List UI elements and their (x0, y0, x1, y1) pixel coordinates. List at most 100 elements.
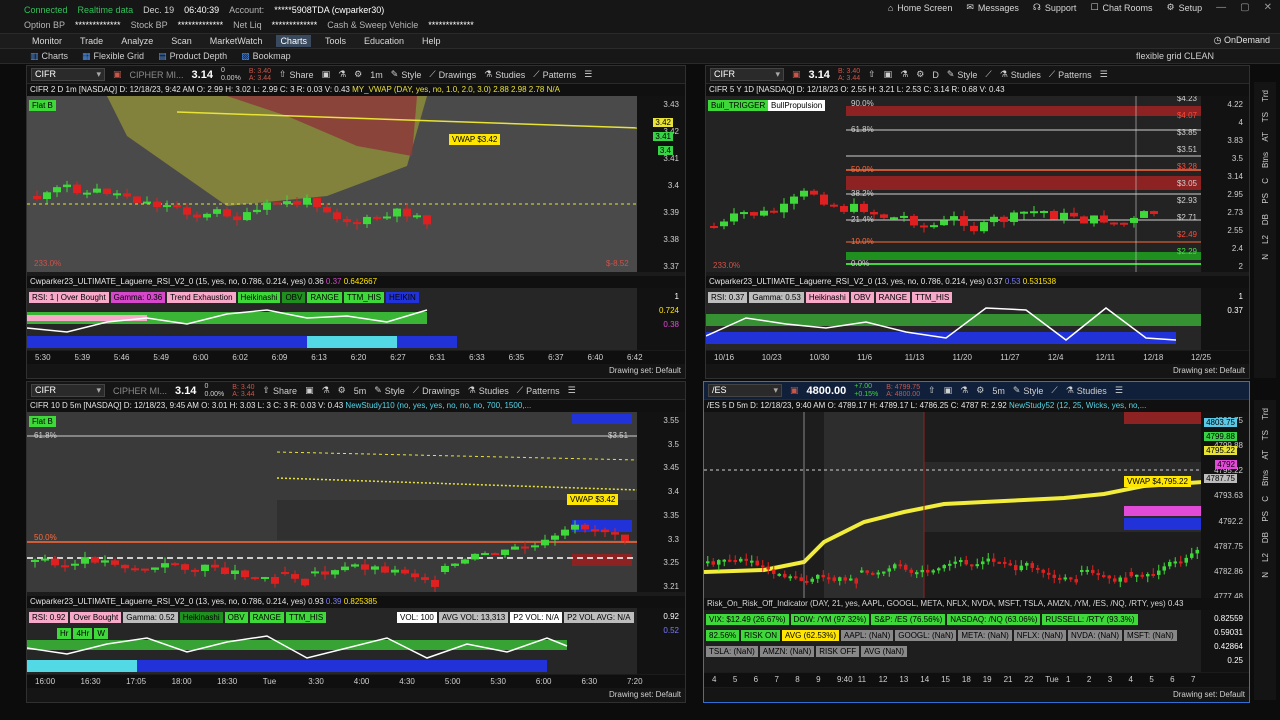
share-icon[interactable]: ⇧ (928, 385, 936, 396)
flask-icon[interactable]: ⚗ (338, 69, 346, 80)
grid-name[interactable]: flexible grid CLEAN (1136, 51, 1214, 61)
indicator-area[interactable]: VIX: $12.49 (26.67%) DOW: /YM (97.32%) S&P… (704, 610, 1201, 672)
flexible-grid-tab[interactable]: ▦ Flexible Grid (82, 51, 144, 62)
chat-rooms-button[interactable]: ☐ Chat Rooms (1090, 2, 1152, 13)
screenshot-icon[interactable]: ▣ (884, 69, 893, 80)
menu-charts[interactable]: Charts (276, 35, 311, 47)
side-tab-ps[interactable]: PS (1261, 193, 1270, 204)
settings-icon[interactable]: ⚙ (916, 69, 924, 80)
maximize-icon[interactable]: ▢ (1240, 2, 1249, 13)
settings-icon[interactable]: ⚙ (338, 385, 346, 396)
studies-button[interactable]: ⚗ Studies (484, 69, 525, 80)
charts-tab[interactable]: ▥ Charts (30, 51, 68, 62)
minimize-icon[interactable]: — (1216, 2, 1226, 13)
drawings-button[interactable]: ⟋ Drawings (429, 69, 476, 80)
menu-tools[interactable]: Tools (321, 35, 350, 47)
share-button[interactable]: ⇧ Share (262, 385, 297, 396)
menu-icon[interactable]: ☰ (584, 69, 592, 80)
style-button[interactable]: ✎ Style (947, 69, 978, 80)
side-tab-db[interactable]: DB (1261, 214, 1270, 225)
side-tab-btns[interactable]: Btns (1261, 470, 1270, 486)
drawing-icon[interactable]: ⟋ (985, 69, 991, 80)
messages-button[interactable]: ✉ Messages (966, 2, 1019, 13)
menu-education[interactable]: Education (360, 35, 408, 47)
link-icon[interactable]: ▣ (790, 385, 799, 396)
symbol-selector[interactable]: CIFR (31, 68, 105, 81)
indicator-area[interactable]: RSI: 0.37 Gamma: 0.53 Heikinashi OBV RANGE TT… (706, 288, 1201, 350)
share-button[interactable]: ⇧ Share (279, 69, 314, 80)
share-icon[interactable]: ⇧ (868, 69, 876, 80)
product-depth-tab[interactable]: ▤ Product Depth (158, 51, 227, 62)
drawing-icon[interactable]: ⟋ (1051, 385, 1057, 396)
close-icon[interactable]: ✕ (1264, 2, 1272, 13)
menu-icon[interactable]: ☰ (568, 385, 576, 396)
drawing-set[interactable]: Drawing set: Default (1173, 366, 1245, 375)
menu-analyze[interactable]: Analyze (117, 35, 157, 47)
studies-button[interactable]: ⚗ Studies (468, 385, 509, 396)
flask-icon[interactable]: ⚗ (960, 385, 968, 396)
menu-icon[interactable]: ☰ (1115, 385, 1123, 396)
side-tab-trd[interactable]: Trd (1261, 90, 1270, 102)
side-tab-n[interactable]: N (1261, 254, 1270, 260)
side-tab-ts[interactable]: TS (1261, 430, 1270, 440)
studies-button[interactable]: ⚗ Studies (1000, 69, 1041, 80)
side-tab-trd[interactable]: Trd (1261, 408, 1270, 420)
period-selector[interactable]: 5m (354, 386, 367, 396)
price-chart[interactable]: Flat B VWAP $3.42 233.0% $-8.52 (27, 96, 637, 272)
side-tab-n[interactable]: N (1261, 572, 1270, 578)
indicator-area[interactable]: RSI: 1 | Over Bought Gamma: 0.36 Trend Exh… (27, 288, 637, 350)
price-chart[interactable]: Flat B 61.8% 50.0% $3.51 VWAP $3.42 (27, 412, 637, 592)
drawing-set[interactable]: Drawing set: Default (1173, 690, 1245, 699)
price-chart[interactable]: VWAP $4,795.22 (704, 412, 1201, 602)
patterns-button[interactable]: ⟋ Patterns (533, 69, 576, 80)
menu-icon[interactable]: ☰ (1100, 69, 1108, 80)
studies-button[interactable]: ⚗ Studies (1066, 385, 1107, 396)
setup-button[interactable]: ⚙ Setup (1167, 2, 1203, 13)
menu-marketwatch[interactable]: MarketWatch (206, 35, 267, 47)
indicator-area[interactable]: RSI: 0.92 Over Bought Gamma: 0.52 Heikinash… (27, 608, 637, 674)
style-button[interactable]: ✎ Style (391, 69, 422, 80)
link-icon[interactable]: ▣ (113, 69, 122, 80)
side-tab-btns[interactable]: Btns (1261, 152, 1270, 168)
side-tab-l2[interactable]: L2 (1261, 235, 1270, 244)
price-axis[interactable]: 4.22 4 3.83 3.5 3.14 2.95 2.73 2.55 2.4 2 (1201, 96, 1249, 272)
price-axis[interactable]: 4803.75 4799.88 4795.22 4793.63 4792.2 4787.7… (1201, 412, 1249, 602)
symbol-selector[interactable]: CIFR (710, 68, 784, 81)
side-tab-db[interactable]: DB (1261, 532, 1270, 543)
screenshot-icon[interactable]: ▣ (944, 385, 953, 396)
style-button[interactable]: ✎ Style (374, 385, 405, 396)
side-tab-c[interactable]: C (1261, 496, 1270, 502)
side-tab-at[interactable]: AT (1261, 132, 1270, 142)
flask-icon[interactable]: ⚗ (900, 69, 908, 80)
patterns-button[interactable]: ⟋ Patterns (517, 385, 560, 396)
style-button[interactable]: ✎ Style (1013, 385, 1044, 396)
account-value[interactable]: *****5908TDA (cwparker30) (274, 5, 384, 15)
menu-scan[interactable]: Scan (167, 35, 196, 47)
ondemand-button[interactable]: ◷ OnDemand (1214, 35, 1270, 46)
price-chart[interactable]: Bull_TRIGGER BullPropulsion 233.0% 90.0%… (706, 96, 1201, 272)
flask-icon[interactable]: ⚗ (322, 385, 330, 396)
home-screen-button[interactable]: ⌂ Home Screen (888, 3, 952, 13)
menu-trade[interactable]: Trade (76, 35, 107, 47)
bookmap-tab[interactable]: ▧ Bookmap (241, 51, 291, 62)
link-icon[interactable]: ▣ (792, 69, 801, 80)
screenshot-icon[interactable]: ▣ (322, 69, 331, 80)
price-axis[interactable]: 3.433.423.413.43.393.383.373.423.413.4 (637, 96, 685, 272)
side-tab-ts[interactable]: TS (1261, 112, 1270, 122)
side-tab-ps[interactable]: PS (1261, 511, 1270, 522)
period-selector[interactable]: D (932, 70, 939, 80)
support-button[interactable]: ☊ Support (1033, 2, 1077, 13)
menu-help[interactable]: Help (418, 35, 445, 47)
drawings-button[interactable]: ⟋ Drawings (413, 385, 460, 396)
screenshot-icon[interactable]: ▣ (305, 385, 314, 396)
settings-icon[interactable]: ⚙ (354, 69, 362, 80)
patterns-button[interactable]: ⟋ Patterns (1049, 69, 1092, 80)
symbol-selector[interactable]: CIFR (31, 384, 105, 397)
period-selector[interactable]: 5m (992, 386, 1005, 396)
menu-monitor[interactable]: Monitor (28, 35, 66, 47)
price-axis[interactable]: 3.55 3.5 3.45 3.4 3.35 3.3 3.25 3.21 (637, 412, 685, 592)
symbol-selector[interactable]: /ES (708, 384, 782, 397)
side-tab-c[interactable]: C (1261, 178, 1270, 184)
drawing-set[interactable]: Drawing set: Default (609, 690, 681, 699)
drawing-set[interactable]: Drawing set: Default (609, 366, 681, 375)
